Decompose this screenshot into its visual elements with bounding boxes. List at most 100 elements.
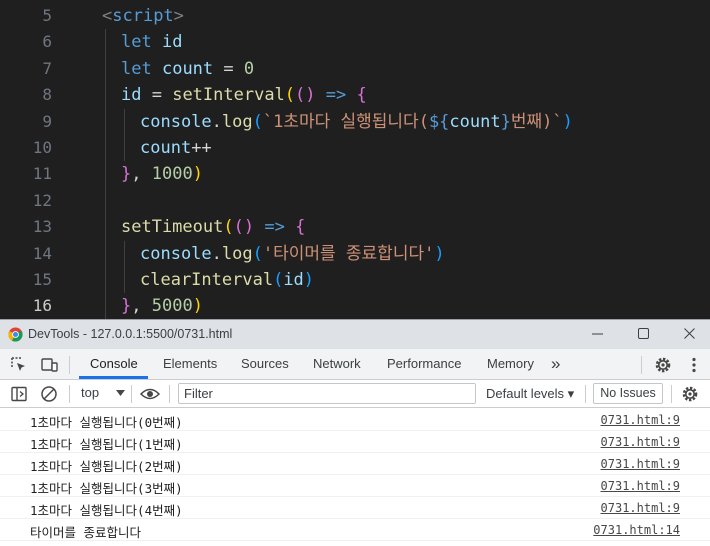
tab-elements[interactable]: Elements (163, 349, 217, 379)
code-text: setTimeout(() => { (121, 214, 305, 240)
context-selector[interactable]: top (81, 385, 125, 400)
code-token: id (161, 32, 183, 53)
code-token: { (295, 217, 306, 238)
code-token: } (121, 296, 132, 317)
tab-network[interactable]: Network (313, 349, 361, 379)
toolbar-divider (585, 385, 586, 403)
code-token: id (121, 85, 142, 106)
indent-guide (105, 108, 106, 135)
toolbar-divider (131, 385, 132, 403)
code-text: let count = 0 (121, 56, 254, 82)
code-token: } (121, 164, 132, 185)
code-token: let (121, 58, 152, 79)
indent-guide (105, 135, 106, 162)
issues-button[interactable]: No Issues (593, 383, 663, 404)
indent-guide (124, 240, 125, 267)
code-token: . (211, 243, 222, 264)
console-message: 1초마다 실행됩니다(2번째) 0731.html:9 (0, 453, 710, 475)
toolbar-divider (69, 385, 70, 403)
code-token: , (131, 164, 152, 185)
maximize-button[interactable] (628, 324, 658, 344)
code-token: clearInterval (140, 270, 274, 290)
code-token: () (233, 217, 255, 238)
window-title: DevTools - 127.0.0.1:5500/0731.html (28, 327, 233, 341)
code-token: count (140, 138, 192, 158)
code-token: script (112, 6, 174, 26)
code-token: count (161, 58, 214, 79)
code-line: 8 id = setInterval(() => { (0, 82, 710, 109)
code-line: 13 setTimeout(() => { (0, 214, 710, 241)
indent-guide (105, 82, 106, 109)
code-token: ( (273, 270, 284, 290)
maximize-icon (637, 328, 649, 339)
source-link[interactable]: 0731.html:9 (601, 435, 680, 449)
console-settings-gear-icon[interactable] (680, 384, 700, 404)
line-number: 11 (32, 164, 52, 184)
line-number: 8 (42, 85, 52, 105)
filter-input[interactable] (178, 383, 476, 404)
line-number: 16 (32, 296, 52, 316)
indent-guide (105, 267, 106, 294)
more-tabs-button[interactable]: » (551, 349, 560, 379)
source-link[interactable]: 0731.html:9 (601, 479, 680, 493)
code-line: 12 (0, 187, 710, 215)
clear-console-icon[interactable] (39, 384, 59, 404)
sidebar-toggle-icon[interactable] (9, 384, 29, 404)
code-line: 14 console.log('타이머를 종료합니다') (0, 240, 710, 267)
code-token: console (140, 111, 212, 132)
source-link[interactable]: 0731.html:9 (601, 457, 680, 471)
line-number: 7 (42, 58, 52, 78)
line-number: 14 (32, 243, 52, 263)
code-token: = (213, 58, 244, 79)
code-text: console.log(`1초마다 실행됩니다(${count}번째)`) (140, 109, 573, 135)
indent-guide (105, 293, 106, 319)
code-token: '타이머를 종료합니다' (262, 243, 435, 264)
tab-performance[interactable]: Performance (387, 349, 461, 379)
indent-guide (124, 108, 125, 135)
dropdown-caret-icon (115, 390, 125, 396)
console-messages[interactable]: 1초마다 실행됩니다(0번째) 0731.html:9 1초마다 실행됩니다(1… (0, 409, 710, 546)
code-token: . (211, 111, 222, 132)
code-text: id = setInterval(() => { (121, 82, 367, 108)
inspect-element-icon[interactable] (9, 355, 29, 375)
source-link[interactable]: 0731.html:9 (601, 413, 680, 427)
code-token: console (140, 243, 212, 264)
code-editor[interactable]: 5 <script> 6 let id 7 let count = 0 8 id = setI… (0, 0, 710, 319)
context-label: top (81, 385, 100, 400)
line-number: 13 (32, 217, 52, 237)
indent-guide (105, 240, 106, 267)
settings-gear-icon[interactable] (653, 355, 673, 375)
code-token: ) (192, 164, 203, 185)
tab-console[interactable]: Console (90, 349, 138, 379)
source-link[interactable]: 0731.html:9 (601, 501, 680, 515)
log-levels-dropdown[interactable]: Default levels ▾ (486, 386, 574, 402)
code-token: count (449, 111, 501, 132)
active-tab-indicator (79, 376, 148, 379)
more-options-icon[interactable] (684, 355, 704, 375)
source-link[interactable]: 0731.html:14 (593, 523, 680, 537)
code-token: ++ (191, 138, 212, 158)
minimize-button[interactable] (582, 324, 612, 344)
code-line: 11}, 1000) (0, 161, 710, 188)
code-token: id (283, 270, 304, 290)
device-toolbar-icon[interactable] (39, 355, 59, 375)
code-token: log (221, 243, 253, 264)
code-token: 0 (243, 58, 255, 79)
code-token: 1000 (151, 164, 193, 185)
tab-sources[interactable]: Sources (241, 349, 289, 379)
code-line: 16}, 5000) (0, 293, 710, 319)
code-token: () (295, 85, 316, 106)
live-expression-eye-icon[interactable] (139, 384, 161, 404)
devtools-titlebar[interactable]: DevTools - 127.0.0.1:5500/0731.html (0, 320, 710, 349)
console-message: 1초마다 실행됩니다(4번째) 0731.html:9 (0, 497, 710, 519)
code-token: < (102, 6, 113, 26)
code-token: ) (562, 111, 573, 132)
tab-memory[interactable]: Memory (487, 349, 534, 379)
close-button[interactable] (674, 324, 704, 344)
code-token: ( (284, 85, 296, 106)
devtools-tabbar: Console Elements Sources Network Perform… (0, 349, 710, 380)
code-text: console.log('타이머를 종료합니다') (140, 241, 445, 267)
